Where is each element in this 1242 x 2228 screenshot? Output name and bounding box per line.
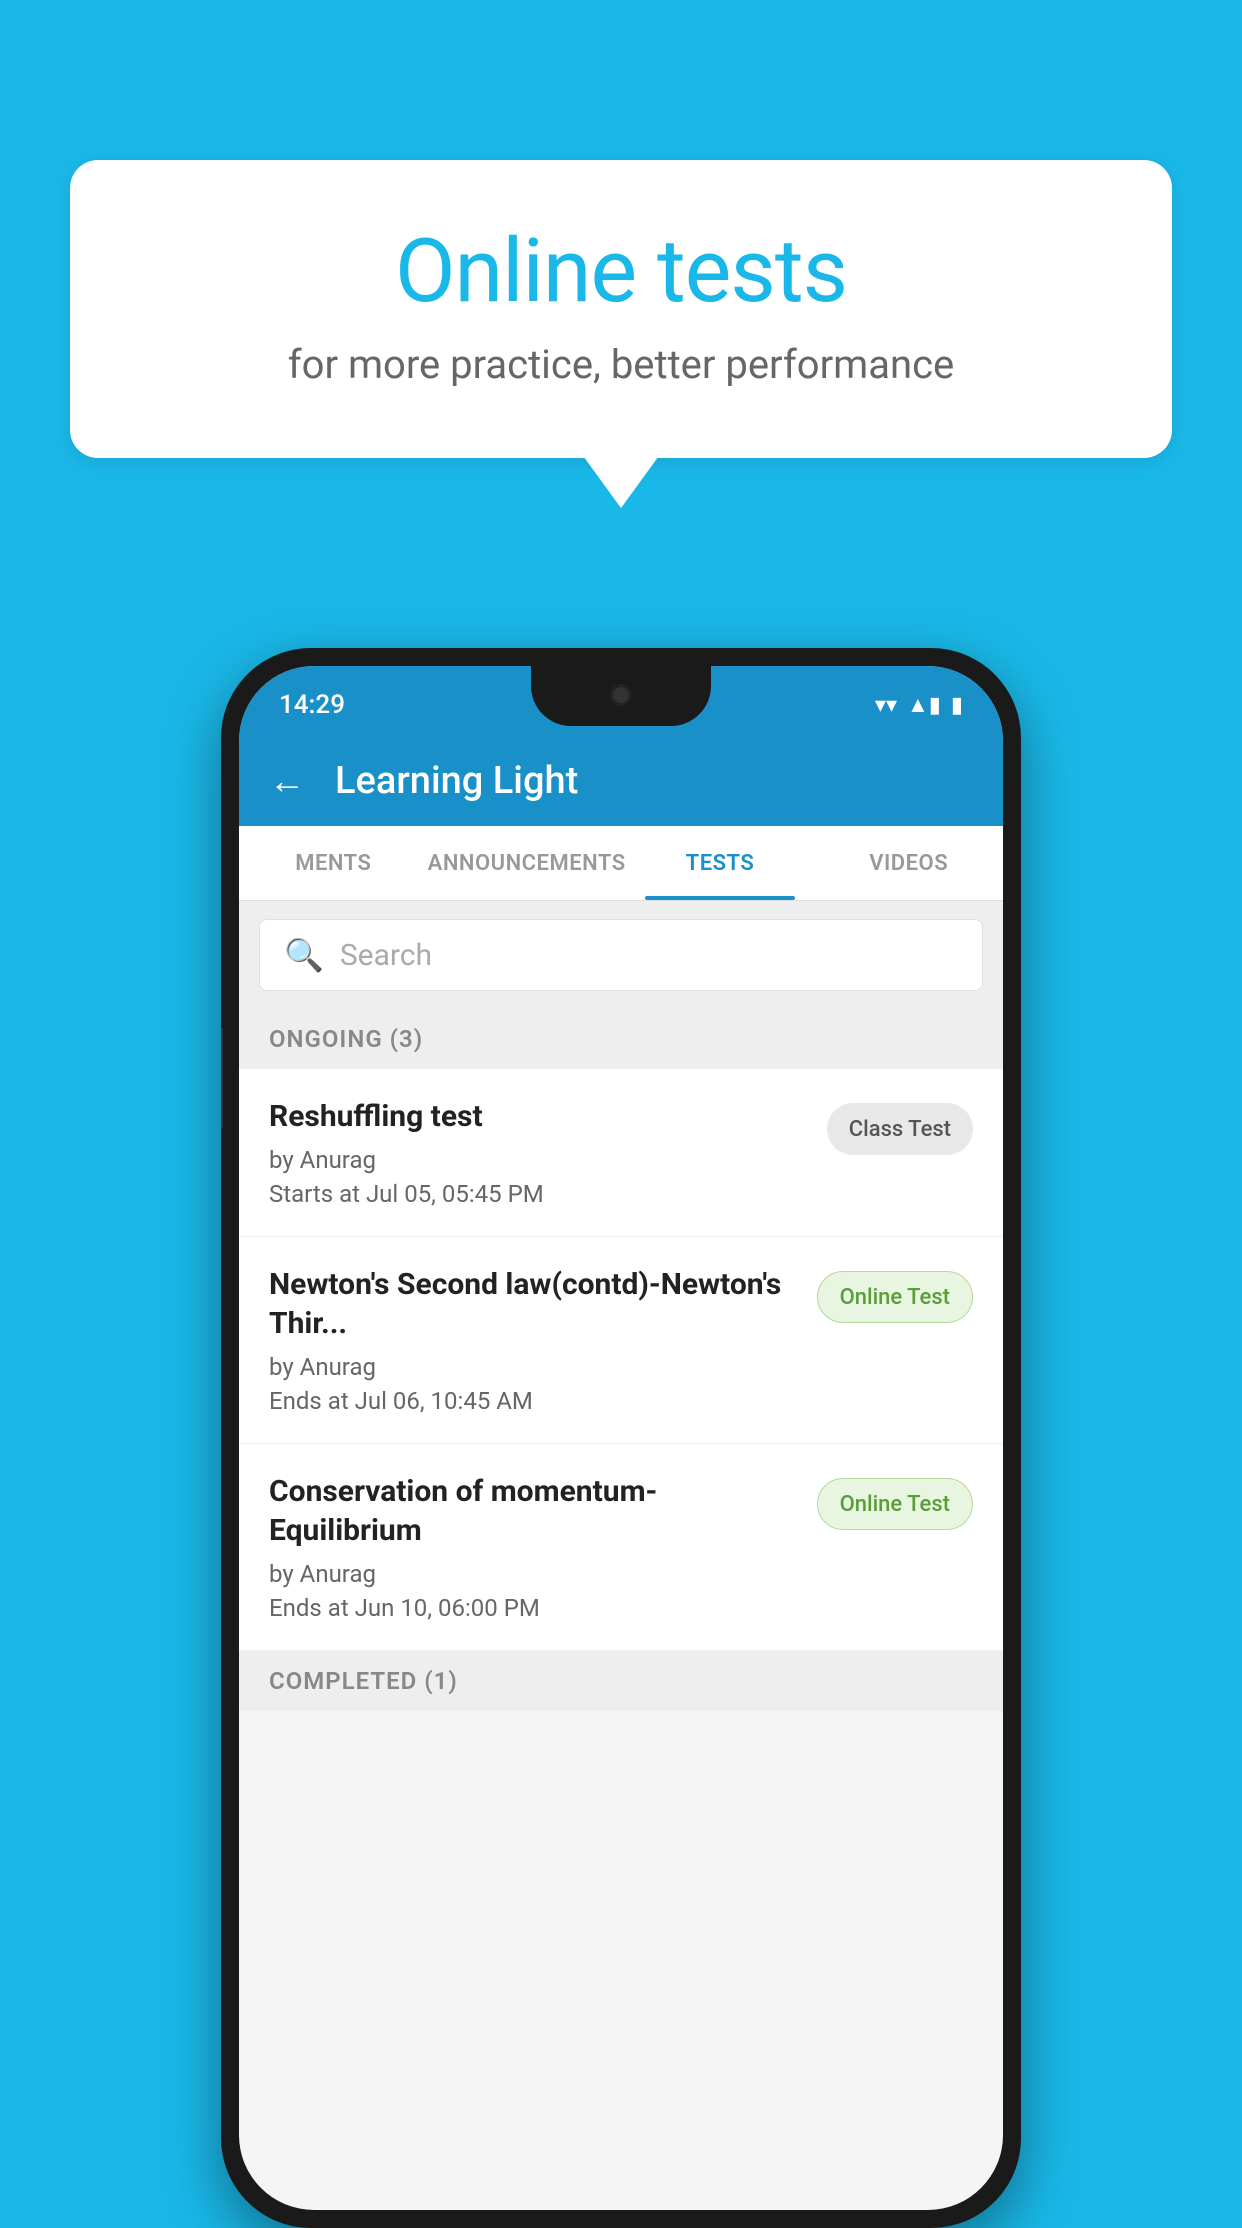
battery-icon: ▮ — [951, 693, 963, 718]
test-item[interactable]: Newton's Second law(contd)-Newton's Thir… — [239, 1237, 1003, 1444]
phone-notch — [531, 666, 711, 726]
tabs-bar: MENTS ANNOUNCEMENTS TESTS VIDEOS — [239, 826, 1003, 901]
test-time: Ends at Jun 10, 06:00 PM — [269, 1594, 797, 1622]
speech-bubble: Online tests for more practice, better p… — [70, 160, 1172, 458]
test-time: Ends at Jul 06, 10:45 AM — [269, 1387, 797, 1415]
search-icon: 🔍 — [284, 936, 324, 974]
ongoing-label: ONGOING (3) — [269, 1025, 423, 1053]
test-name: Newton's Second law(contd)-Newton's Thir… — [269, 1265, 797, 1343]
test-info: Reshuffling test by Anurag Starts at Jul… — [269, 1097, 827, 1208]
camera-dot — [610, 684, 632, 706]
test-item[interactable]: Conservation of momentum-Equilibrium by … — [239, 1444, 1003, 1651]
test-name: Conservation of momentum-Equilibrium — [269, 1472, 797, 1550]
test-list: Reshuffling test by Anurag Starts at Jul… — [239, 1069, 1003, 1651]
test-name: Reshuffling test — [269, 1097, 807, 1136]
status-icons: ▾▾ ▲▮ ▮ — [875, 692, 963, 718]
back-button[interactable]: ← — [269, 760, 305, 802]
test-item[interactable]: Reshuffling test by Anurag Starts at Jul… — [239, 1069, 1003, 1237]
search-container: 🔍 Search — [239, 901, 1003, 1009]
app-title: Learning Light — [335, 759, 578, 803]
phone-screen: 14:29 ▾▾ ▲▮ ▮ ← Learning Light MENTS ANN… — [239, 666, 1003, 2210]
bubble-title: Online tests — [150, 220, 1092, 323]
test-author: by Anurag — [269, 1560, 797, 1588]
test-info: Newton's Second law(contd)-Newton's Thir… — [269, 1265, 817, 1415]
ongoing-section-header: ONGOING (3) — [239, 1009, 1003, 1069]
test-badge-class: Class Test — [827, 1103, 973, 1155]
test-badge-online: Online Test — [817, 1271, 973, 1323]
tab-videos[interactable]: VIDEOS — [814, 826, 1003, 900]
phone-frame: 14:29 ▾▾ ▲▮ ▮ ← Learning Light MENTS ANN… — [221, 648, 1021, 2228]
test-author: by Anurag — [269, 1353, 797, 1381]
tab-tests[interactable]: TESTS — [626, 826, 815, 900]
wifi-icon: ▾▾ — [875, 693, 897, 718]
signal-icon: ▲▮ — [907, 692, 941, 718]
search-placeholder: Search — [340, 938, 432, 973]
search-bar[interactable]: 🔍 Search — [259, 919, 983, 991]
test-time: Starts at Jul 05, 05:45 PM — [269, 1180, 807, 1208]
test-info: Conservation of momentum-Equilibrium by … — [269, 1472, 817, 1622]
tab-announcements[interactable]: ANNOUNCEMENTS — [428, 826, 626, 900]
bubble-subtitle: for more practice, better performance — [150, 341, 1092, 388]
phone-outer: 14:29 ▾▾ ▲▮ ▮ ← Learning Light MENTS ANN… — [221, 648, 1021, 2228]
completed-label: COMPLETED (1) — [269, 1667, 458, 1695]
status-time: 14:29 — [279, 690, 345, 720]
tab-ments[interactable]: MENTS — [239, 826, 428, 900]
speech-bubble-container: Online tests for more practice, better p… — [70, 160, 1172, 458]
completed-section-header: COMPLETED (1) — [239, 1651, 1003, 1711]
app-header: ← Learning Light — [239, 736, 1003, 826]
test-author: by Anurag — [269, 1146, 807, 1174]
test-badge-online: Online Test — [817, 1478, 973, 1530]
